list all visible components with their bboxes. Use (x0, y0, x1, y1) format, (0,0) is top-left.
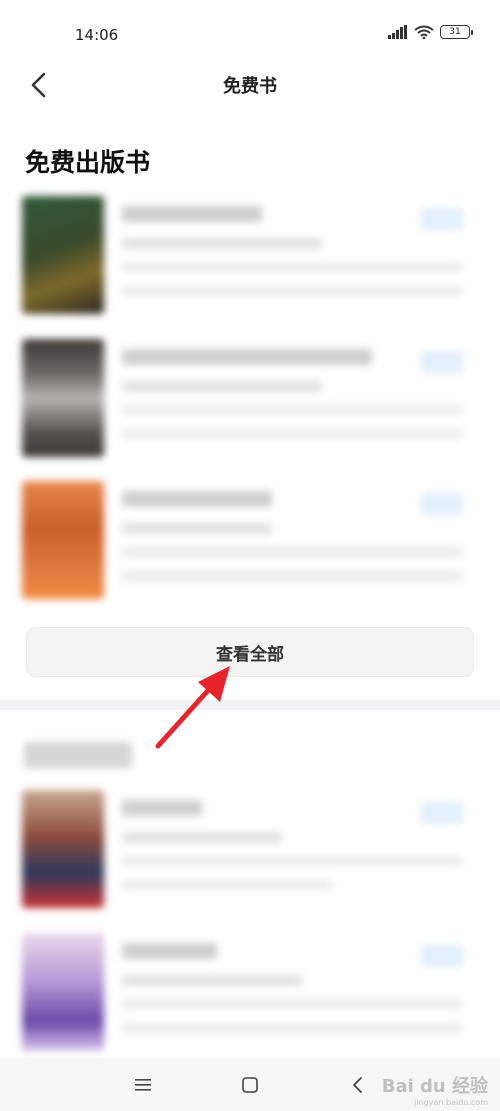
home-icon (242, 1076, 258, 1093)
book-title-placeholder (122, 491, 272, 507)
section2-title-placeholder (24, 742, 132, 768)
book-item[interactable] (22, 481, 478, 599)
read-button[interactable] (421, 493, 463, 515)
book-meta-placeholder (122, 832, 282, 843)
view-all-button[interactable]: 查看全部 (26, 627, 474, 677)
book-cover (22, 933, 104, 1051)
battery-level: 31 (449, 27, 461, 37)
book-cover (22, 339, 104, 457)
book-title-placeholder (122, 206, 262, 222)
watermark-logo: Bai du 经验 (381, 1076, 488, 1097)
read-button[interactable] (421, 351, 463, 373)
book-desc-placeholder (122, 286, 462, 296)
status-bar: 14:06 31 (0, 0, 500, 60)
book-meta-placeholder (122, 381, 322, 392)
wifi-icon (414, 25, 434, 39)
book-desc-placeholder (122, 405, 462, 415)
battery-icon: 31 (440, 25, 473, 39)
menu-icon (135, 1078, 152, 1091)
watermark-url: jingyan.baidu.com (414, 1098, 488, 1107)
section-title: 免费出版书 (25, 148, 151, 177)
page-title: 免费书 (223, 76, 277, 97)
book-desc-placeholder (122, 262, 462, 272)
book-desc-placeholder (122, 999, 462, 1009)
status-icons: 31 (388, 25, 473, 39)
book-meta-placeholder (122, 975, 302, 986)
read-button[interactable] (421, 802, 463, 824)
book-desc-placeholder (122, 1023, 462, 1033)
book-item[interactable] (22, 196, 478, 314)
book-title-placeholder (122, 943, 217, 959)
watermark: Bai du 经验 jingyan.baidu.com (382, 1072, 488, 1107)
book-cover (22, 196, 104, 314)
book-meta-placeholder (122, 523, 272, 534)
book-desc-placeholder (122, 547, 462, 557)
book-meta-placeholder (122, 238, 322, 249)
back-icon (352, 1076, 362, 1093)
nav-bar: 免费书 (0, 60, 500, 106)
book-desc-placeholder (122, 429, 462, 439)
book-desc-placeholder (122, 880, 332, 890)
read-button[interactable] (421, 945, 463, 967)
book-desc-placeholder (122, 571, 462, 581)
annotation-arrow-icon (155, 666, 230, 749)
book-item[interactable] (22, 933, 478, 1051)
signal-icon (388, 25, 407, 39)
menu-button[interactable] (123, 1065, 163, 1105)
book-item[interactable] (22, 790, 478, 908)
book-cover (22, 481, 104, 599)
home-button[interactable] (230, 1065, 270, 1105)
book-title-placeholder (122, 349, 372, 365)
read-button[interactable] (421, 208, 463, 230)
book-title-placeholder (122, 800, 202, 816)
back-nav-button[interactable] (337, 1065, 377, 1105)
status-time: 14:06 (75, 26, 119, 44)
book-desc-placeholder (122, 856, 462, 866)
book-item[interactable] (22, 339, 478, 457)
book-cover (22, 790, 104, 908)
